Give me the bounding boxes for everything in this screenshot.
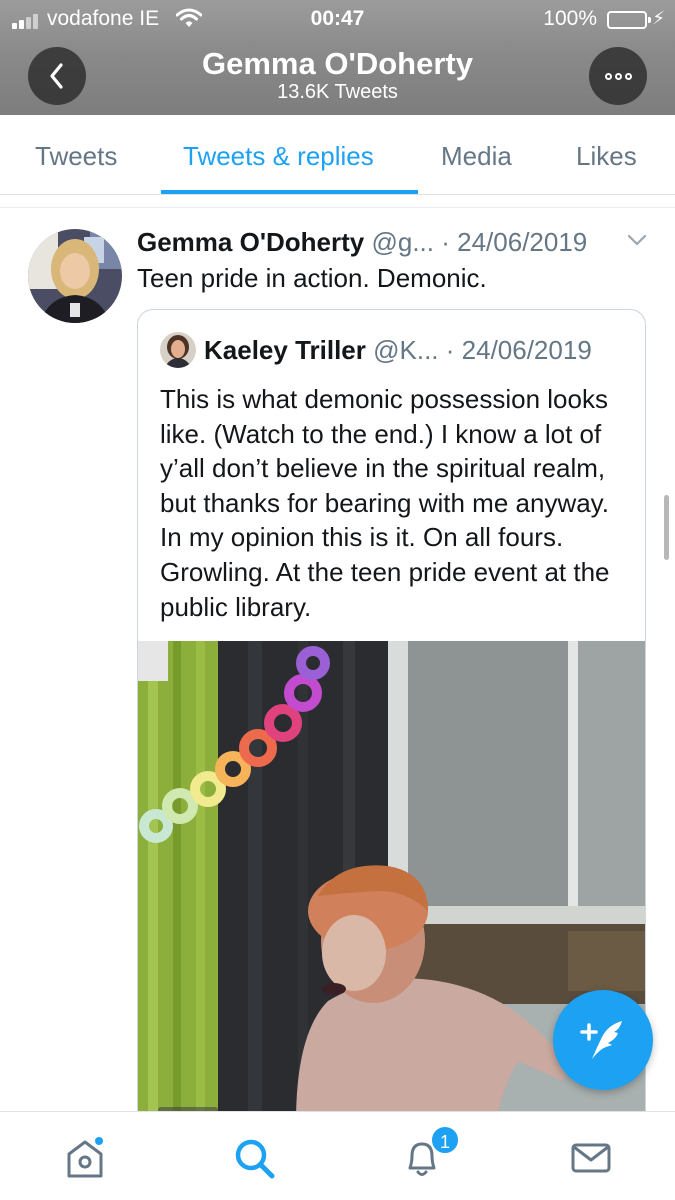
notification-badge: 1 (430, 1125, 460, 1155)
status-bar: vodafone IE 00:47 100% ⚡ (0, 6, 675, 32)
quoted-author-handle: @K... (373, 335, 439, 365)
author-name[interactable]: Gemma O'Doherty (137, 227, 364, 257)
chevron-down-icon[interactable] (626, 232, 648, 248)
scrollbar[interactable] (664, 495, 669, 560)
tweet-header: Gemma O'Doherty @g... · 24/06/2019 (137, 227, 587, 258)
quoted-tweet-text: This is what demonic possession looks li… (160, 384, 610, 622)
divider (0, 195, 675, 208)
video-thumbnail[interactable] (138, 641, 645, 1168)
quoted-author-name: Kaeley Triller (204, 335, 366, 365)
compose-tweet-icon (580, 1021, 622, 1059)
battery-percent: 100% (543, 7, 597, 30)
tab-media[interactable]: Media (441, 141, 512, 172)
tab-likes[interactable]: Likes (576, 141, 637, 172)
bottom-nav (0, 1111, 675, 1200)
profile-name: Gemma O'Doherty (202, 46, 473, 81)
more-button[interactable] (589, 47, 647, 105)
quoted-tweet-date: · 24/06/2019 (445, 335, 592, 365)
search-icon[interactable] (230, 1134, 278, 1182)
profile-tabs: Tweets Tweets & replies Media Likes (0, 115, 675, 195)
profile-header: vodafone IE 00:47 100% ⚡ Gemma O'Doherty… (0, 0, 675, 115)
home-icon[interactable] (61, 1134, 109, 1182)
author-handle[interactable]: @g... (371, 227, 434, 257)
active-tab-indicator (161, 190, 418, 194)
bolt-icon: ⚡ (652, 8, 665, 28)
tab-tweets-and-replies[interactable]: Tweets & replies (183, 141, 374, 172)
battery-icon (607, 11, 651, 29)
compose-tweet-button[interactable] (553, 990, 653, 1090)
tweet-text: Teen pride in action. Demonic. (137, 263, 487, 293)
tweet-count: 13.6K Tweets (277, 81, 398, 103)
tab-tweets[interactable]: Tweets (35, 141, 117, 172)
quoted-tweet-header: Kaeley Triller @K... · 24/06/2019 (204, 335, 592, 366)
tweet-date[interactable]: · 24/06/2019 (441, 227, 587, 257)
avatar[interactable] (28, 229, 122, 323)
avatar[interactable] (160, 332, 196, 368)
more-dots-icon (604, 72, 632, 80)
messages-icon[interactable] (567, 1134, 615, 1182)
